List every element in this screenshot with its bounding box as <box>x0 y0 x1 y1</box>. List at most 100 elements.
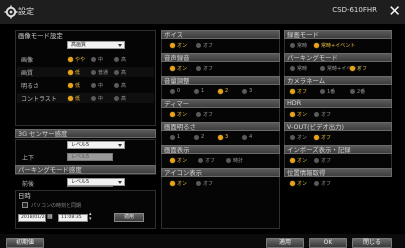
voice-option[interactable]: オフ <box>196 42 213 49</box>
calendar-icon[interactable]: ▦ <box>47 213 53 220</box>
radio-icon <box>290 158 295 163</box>
image-mode-select[interactable]: 高画質 <box>67 41 125 49</box>
dimmer-option-label: オフ <box>203 112 214 118</box>
close-icon[interactable]: ✕ <box>388 2 401 20</box>
location-info-option[interactable]: オフ <box>314 180 331 187</box>
datetime-apply-button[interactable]: 適用 <box>114 213 144 222</box>
screen-brightness-option[interactable]: 2 <box>194 134 204 140</box>
image-row-option[interactable]: 高 <box>114 82 126 89</box>
audio-recording-option[interactable]: オフ <box>196 65 213 72</box>
image-row-option[interactable]: 低 <box>68 69 80 76</box>
screen-display-option[interactable]: オン <box>170 157 187 164</box>
auto-sync-checkbox[interactable] <box>22 202 28 208</box>
radio-icon <box>68 83 73 88</box>
dimmer-option-label: オン <box>177 112 188 118</box>
radio-icon <box>196 43 201 48</box>
radio-icon <box>314 43 319 48</box>
dimmer-option[interactable]: オン <box>170 111 187 118</box>
screen-display-option[interactable]: オフ <box>198 157 215 164</box>
gsensor-select[interactable]: レベル5 <box>67 141 125 149</box>
parking-mode-title: パーキングモード <box>287 54 338 62</box>
volume-option[interactable]: 0 <box>170 88 180 94</box>
image-row-label: 画質 <box>21 70 34 77</box>
screen-display-option-label: 時計 <box>233 158 244 164</box>
image-row-option[interactable]: 普通 <box>91 69 108 76</box>
close-button[interactable]: 閉じる <box>352 238 392 248</box>
radio-icon <box>91 83 96 88</box>
parking-mode-option[interactable]: 常時 <box>290 65 307 72</box>
screen-brightness-option[interactable]: 4 <box>242 134 252 140</box>
radio-icon <box>91 96 96 101</box>
parking-mode-option[interactable]: オフ <box>350 65 367 72</box>
camera-name-title: カメラネーム <box>287 77 326 85</box>
impulse-log-option-label: オン <box>297 158 308 164</box>
dimmer-option[interactable]: オフ <box>196 111 213 118</box>
radio-icon <box>170 88 175 94</box>
hdr-option[interactable]: オン <box>290 111 307 118</box>
camera-name-option-label: オフ <box>297 89 308 95</box>
screen-brightness-option[interactable]: 1 <box>170 134 180 140</box>
ok-button[interactable]: OK <box>309 238 347 248</box>
record-mode-option[interactable]: 常時 <box>290 42 307 49</box>
voice-option-label: オン <box>177 43 188 49</box>
voice-option-label: オフ <box>203 43 214 49</box>
image-row-option[interactable]: 高 <box>114 56 126 63</box>
screen-brightness-option[interactable]: 3 <box>218 134 228 140</box>
reset-button[interactable]: 初期値 <box>6 238 44 248</box>
volume-option-label: 3 <box>249 88 253 94</box>
image-row-option[interactable]: 低 <box>68 95 80 102</box>
location-info-option[interactable]: オン <box>290 180 307 187</box>
icon-display-option-label: オン <box>177 181 188 187</box>
radio-icon <box>196 112 201 117</box>
image-row-option[interactable]: 高 <box>114 95 126 102</box>
camera-name-option[interactable]: 2番 <box>350 88 365 95</box>
image-mode-select-value: 高画質 <box>71 42 87 48</box>
date-field[interactable]: 2018/01/20 <box>18 214 47 222</box>
radio-icon <box>314 135 319 140</box>
apply-button[interactable]: 適用 <box>266 238 304 248</box>
radio-icon <box>242 134 247 140</box>
image-row-option-label: やや <box>75 57 86 63</box>
image-row-option[interactable]: 低 <box>68 82 80 89</box>
time-field[interactable]: 11:08:35 <box>58 214 88 222</box>
impulse-log-option[interactable]: オン <box>290 157 307 164</box>
screen-brightness-option-label: 3 <box>225 134 229 140</box>
hdr-option[interactable]: オフ <box>314 111 331 118</box>
radio-icon <box>290 89 295 94</box>
image-row-option-label: 高 <box>121 83 127 89</box>
icon-display-option[interactable]: オン <box>170 180 187 187</box>
audio-recording-option[interactable]: オン <box>170 65 187 72</box>
image-row-option[interactable]: 中 <box>91 82 103 89</box>
image-row-option[interactable]: 高 <box>114 69 126 76</box>
chevron-down-icon <box>118 181 122 184</box>
title-bar: 設定 CSD-610FHR ✕ <box>0 0 405 24</box>
parking-sensitivity-value: レベル5 <box>71 179 90 185</box>
voice-option[interactable]: オン <box>170 42 187 49</box>
vout-option[interactable]: オン <box>290 134 307 141</box>
icon-display-option[interactable]: オフ <box>196 180 213 187</box>
record-mode-option[interactable]: 常時+イベント <box>314 42 355 49</box>
camera-name-option[interactable]: 1番 <box>320 88 335 95</box>
camera-name-option[interactable]: オフ <box>290 88 307 95</box>
radio-icon <box>290 43 295 48</box>
volume-option[interactable]: 1 <box>194 88 204 94</box>
radio-icon <box>196 181 201 186</box>
volume-option[interactable]: 2 <box>218 88 228 94</box>
image-row-option[interactable]: やや <box>68 56 85 63</box>
volume-title: 音量調整 <box>164 77 190 85</box>
image-row-option[interactable]: 中 <box>91 95 103 102</box>
gsensor-select-value: レベル5 <box>71 142 90 148</box>
hdr-option-label: オフ <box>321 112 332 118</box>
parking-sensitivity-select[interactable]: レベル5 <box>67 178 125 186</box>
screen-display-option[interactable]: 時計 <box>226 157 243 164</box>
radio-icon <box>114 70 119 75</box>
volume-option-label: 2 <box>225 88 229 94</box>
vout-option[interactable]: オフ <box>314 134 331 141</box>
volume-option[interactable]: 3 <box>242 88 252 94</box>
time-spinner-icon[interactable]: ▴ ▾ <box>89 212 92 222</box>
image-row-option[interactable]: 中 <box>91 56 103 63</box>
radio-icon <box>350 89 355 94</box>
image-row-option-label: 低 <box>75 96 81 102</box>
radio-icon <box>314 112 319 117</box>
impulse-log-option[interactable]: オフ <box>314 157 331 164</box>
